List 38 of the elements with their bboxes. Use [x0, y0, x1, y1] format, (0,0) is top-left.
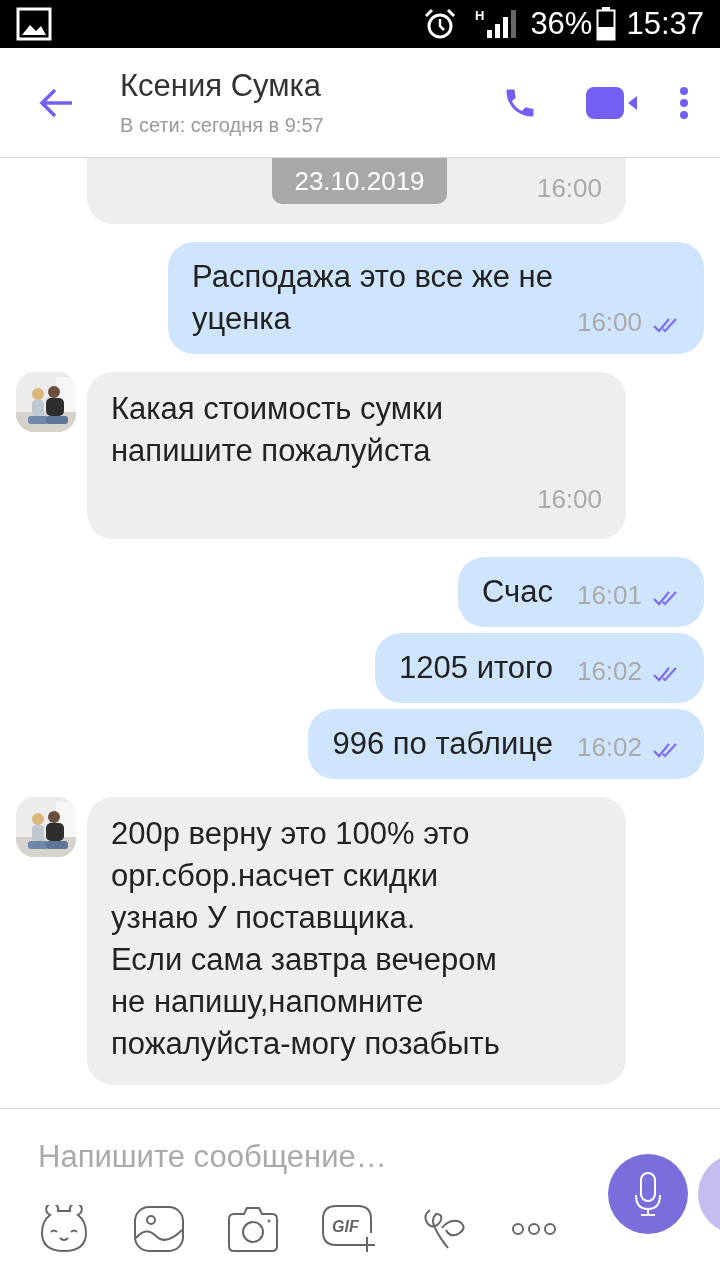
- bear-face-icon: [38, 1205, 90, 1253]
- message-time: 16:00: [536, 172, 602, 205]
- microphone-icon: [633, 1171, 663, 1217]
- message-text: Расподажа это все же не уценка: [192, 258, 553, 338]
- battery-icon: [596, 7, 617, 41]
- message-text: 200р верну это 100% это орг.сбор.насчет скидки узнаю У поставщика. Если сама завтра вечером не напишу,напомните пожалуйста-могу позабыть: [111, 815, 501, 1063]
- sticker-button[interactable]: [38, 1205, 90, 1253]
- more-icon: [679, 85, 689, 120]
- message-time: 16:02: [576, 731, 642, 764]
- battery-percent: 36%: [530, 4, 593, 43]
- message-text: 996 по таблице: [332, 725, 553, 763]
- more-icon: [512, 1222, 556, 1236]
- message-time: 16:01: [576, 579, 642, 612]
- network-type: H: [475, 7, 485, 25]
- message-time: 16:00: [576, 306, 642, 339]
- gif-plus-icon: [322, 1205, 378, 1253]
- camera-button[interactable]: [228, 1206, 278, 1252]
- video-camera-icon: [586, 86, 638, 119]
- gallery-button[interactable]: [134, 1206, 184, 1252]
- contact-name: Ксения Сумка: [120, 66, 322, 105]
- date-badge: 23.10.2019: [272, 158, 447, 204]
- more-button[interactable]: [512, 1222, 556, 1236]
- last-seen: В сети: сегодня в 9:57: [120, 112, 325, 138]
- image-icon: [134, 1206, 184, 1252]
- message-time: 16:02: [576, 655, 642, 688]
- message-time: 16:00: [536, 483, 602, 516]
- signal-icon: [486, 10, 519, 38]
- back-arrow-icon: [38, 86, 74, 119]
- clock: 15:37: [626, 4, 704, 43]
- message-text: Счас: [482, 573, 553, 611]
- camera-icon: [228, 1206, 278, 1252]
- image-icon: [16, 7, 52, 41]
- message-input-field[interactable]: Напишите сообщение…: [38, 1135, 578, 1179]
- alarm-icon: [423, 7, 457, 41]
- message-text: Какая стоимость сумки напишите пожалуйста: [111, 390, 444, 470]
- gif-button[interactable]: GIF: [322, 1205, 378, 1253]
- message-text: 1205 итого: [399, 649, 553, 687]
- gif-label: GIF: [332, 1217, 359, 1237]
